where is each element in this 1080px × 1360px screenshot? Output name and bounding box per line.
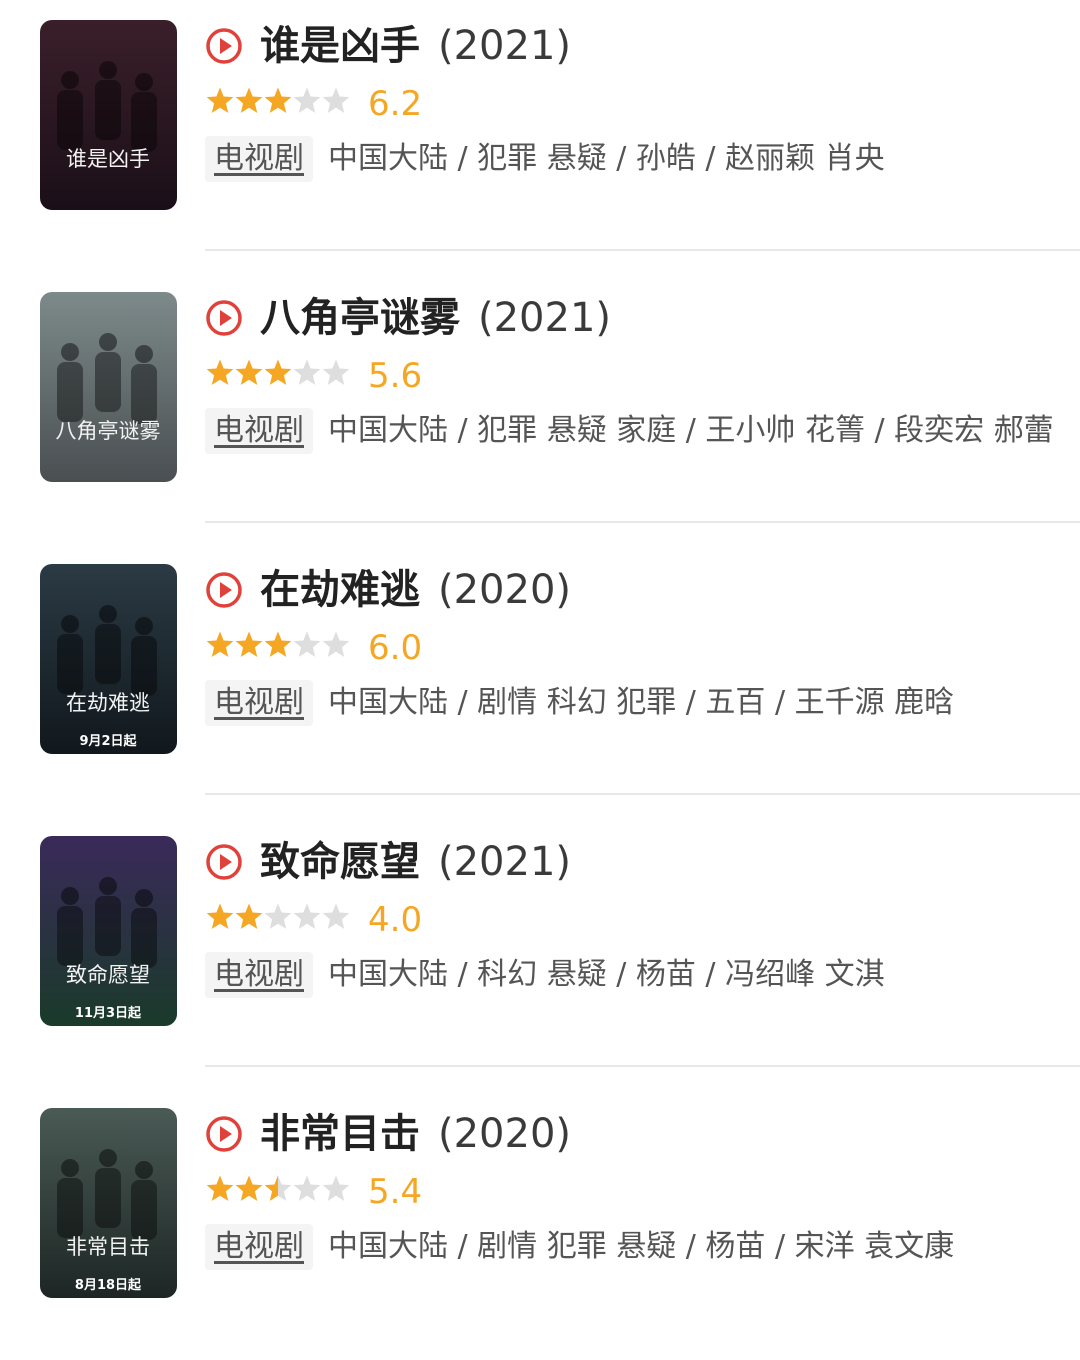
poster-image[interactable]: 在劫难逃 9月2日起 — [40, 564, 177, 754]
star-icon — [206, 87, 234, 113]
star-rating — [206, 903, 350, 929]
rating-score: 5.6 — [368, 356, 423, 396]
item-title[interactable]: 八角亭谜雾 (2021) — [260, 292, 611, 344]
item-title[interactable]: 在劫难逃 (2020) — [260, 564, 571, 616]
poster-title: 致命愿望 — [66, 963, 150, 987]
list-item[interactable]: 谁是凶手 谁是凶手 (2021) 6.2 电视剧 中国大陆 / 犯罪 悬疑 / 孙皓 / … — [0, 0, 1080, 272]
poster-title: 在劫难逃 — [66, 691, 150, 715]
rating-score: 6.2 — [368, 84, 423, 124]
star-icon — [264, 903, 292, 929]
rating-score: 6.0 — [368, 628, 423, 668]
star-icon — [322, 903, 350, 929]
star-icon — [293, 359, 321, 385]
play-circle-icon[interactable] — [205, 299, 243, 337]
item-meta: 中国大陆 / 犯罪 悬疑 / 孙皓 / 赵丽颖 肖央 — [328, 141, 885, 176]
star-icon — [322, 87, 350, 113]
item-title[interactable]: 谁是凶手 (2021) — [260, 20, 571, 72]
star-icon — [264, 1175, 292, 1201]
star-rating — [206, 359, 350, 385]
title-year: (2020) — [438, 567, 572, 613]
star-icon — [206, 359, 234, 385]
title-text: 致命愿望 — [260, 839, 420, 885]
star-icon — [264, 87, 292, 113]
poster-title: 谁是凶手 — [66, 147, 150, 171]
category-tag[interactable]: 电视剧 — [205, 680, 313, 726]
poster-caption: 11月3日起 — [75, 1005, 142, 1021]
title-text: 八角亭谜雾 — [260, 295, 460, 341]
star-icon — [206, 903, 234, 929]
star-icon — [322, 359, 350, 385]
star-icon — [235, 87, 263, 113]
divider — [205, 521, 1080, 523]
star-icon — [235, 631, 263, 657]
result-list: 谁是凶手 谁是凶手 (2021) 6.2 电视剧 中国大陆 / 犯罪 悬疑 / 孙皓 / … — [0, 0, 1080, 1313]
star-icon — [235, 359, 263, 385]
star-icon — [235, 903, 263, 929]
title-year: (2021) — [438, 23, 572, 69]
category-tag[interactable]: 电视剧 — [205, 408, 313, 454]
poster-image[interactable]: 致命愿望 11月3日起 — [40, 836, 177, 1026]
poster-caption: 8月18日起 — [75, 1277, 142, 1293]
play-circle-icon[interactable] — [205, 1115, 243, 1153]
star-icon — [322, 631, 350, 657]
list-item[interactable]: 致命愿望 11月3日起 致命愿望 (2021) 4.0 电视剧 中国大陆 / 科幻 悬疑 /… — [0, 816, 1080, 1088]
poster-caption: 9月2日起 — [79, 733, 137, 749]
star-rating — [206, 631, 350, 657]
star-rating — [206, 1175, 350, 1201]
play-circle-icon[interactable] — [205, 27, 243, 65]
title-year: (2021) — [438, 839, 572, 885]
poster-title: 八角亭谜雾 — [56, 419, 161, 443]
rating-score: 4.0 — [368, 900, 423, 940]
list-item[interactable]: 八角亭谜雾 八角亭谜雾 (2021) 5.6 电视剧 中国大陆 / 犯罪 悬疑 家庭 / … — [0, 272, 1080, 544]
star-icon — [293, 631, 321, 657]
star-icon — [293, 87, 321, 113]
poster-image[interactable]: 谁是凶手 — [40, 20, 177, 210]
title-text: 在劫难逃 — [260, 567, 420, 613]
star-icon — [322, 1175, 350, 1201]
poster-image[interactable]: 八角亭谜雾 — [40, 292, 177, 482]
star-icon — [206, 1175, 234, 1201]
title-text: 非常目击 — [260, 1111, 420, 1157]
item-meta: 中国大陆 / 犯罪 悬疑 家庭 / 王小帅 花箐 / 段奕宏 郝蕾 — [328, 413, 1054, 448]
star-icon — [264, 631, 292, 657]
item-title[interactable]: 非常目击 (2020) — [260, 1108, 571, 1160]
item-meta: 中国大陆 / 剧情 科幻 犯罪 / 五百 / 王千源 鹿晗 — [328, 685, 955, 720]
item-meta: 中国大陆 / 剧情 犯罪 悬疑 / 杨苗 / 宋洋 袁文康 — [328, 1229, 955, 1264]
category-tag[interactable]: 电视剧 — [205, 136, 313, 182]
poster-image[interactable]: 非常目击 8月18日起 — [40, 1108, 177, 1298]
play-circle-icon[interactable] — [205, 571, 243, 609]
title-text: 谁是凶手 — [260, 23, 420, 69]
item-meta: 中国大陆 / 科幻 悬疑 / 杨苗 / 冯绍峰 文淇 — [328, 957, 885, 992]
star-icon — [293, 1175, 321, 1201]
star-icon — [293, 903, 321, 929]
title-year: (2020) — [438, 1111, 572, 1157]
divider — [205, 249, 1080, 251]
category-tag[interactable]: 电视剧 — [205, 952, 313, 998]
star-icon — [264, 359, 292, 385]
star-icon — [206, 631, 234, 657]
category-tag[interactable]: 电视剧 — [205, 1224, 313, 1270]
poster-title: 非常目击 — [66, 1235, 150, 1259]
list-item[interactable]: 在劫难逃 9月2日起 在劫难逃 (2020) 6.0 电视剧 中国大陆 / 剧情 科幻 犯罪… — [0, 544, 1080, 816]
item-title[interactable]: 致命愿望 (2021) — [260, 836, 571, 888]
list-item[interactable]: 非常目击 8月18日起 非常目击 (2020) 5.4 电视剧 中国大陆 / 剧情 犯罪 悬… — [0, 1088, 1080, 1360]
divider — [205, 1065, 1080, 1067]
star-icon — [235, 1175, 263, 1201]
divider — [205, 793, 1080, 795]
rating-score: 5.4 — [368, 1172, 423, 1212]
play-circle-icon[interactable] — [205, 843, 243, 881]
star-rating — [206, 87, 350, 113]
title-year: (2021) — [478, 295, 612, 341]
